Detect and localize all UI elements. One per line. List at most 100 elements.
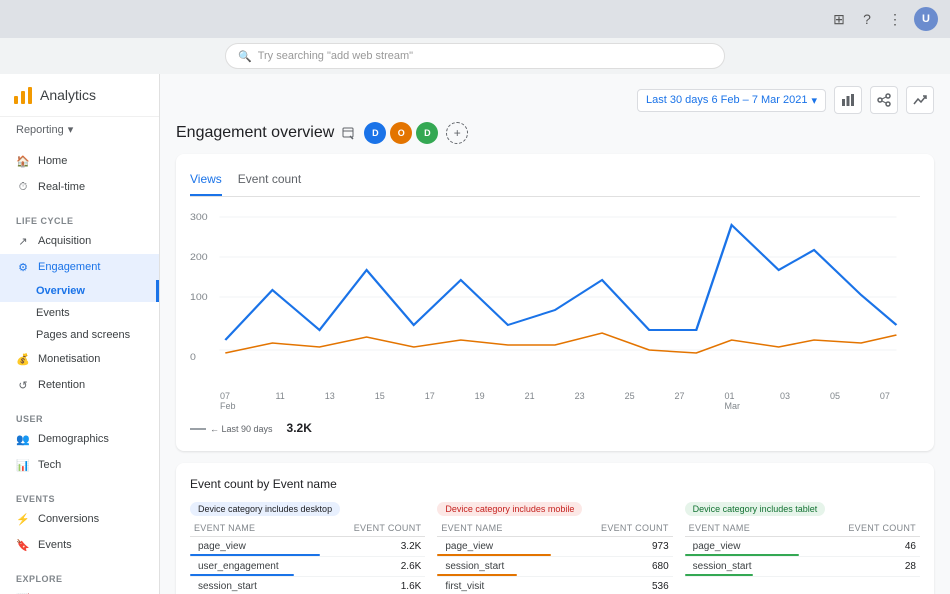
sidebar-item-retention[interactable]: ↺ Retention [0, 372, 159, 398]
event-name-cell: session_start [437, 557, 551, 577]
event-count-cell: 28 [799, 557, 920, 577]
event-count-cell: 2.6K [320, 557, 426, 577]
tablet-event-count-header: EVENT COUNT [799, 520, 920, 537]
sidebar-sub-overview[interactable]: Overview [0, 280, 159, 302]
trend-icon-button[interactable] [906, 86, 934, 114]
user-avatar[interactable]: U [914, 7, 938, 31]
collaborator-avatars: D O D [364, 122, 438, 144]
x-label: 27 [675, 391, 685, 411]
table-row: page_view 3.2K [190, 537, 425, 557]
date-range-button[interactable]: Last 30 days 6 Feb – 7 Mar 2021 ▾ [637, 89, 826, 112]
event-name-cell: page_view [437, 537, 551, 557]
mobile-event-count-header: EVENT COUNT [551, 520, 672, 537]
table-row: session_start 28 [685, 557, 920, 577]
chrome-bar: ⊞ ? ⋮ U [0, 0, 950, 38]
table-row: user_engagement 2.6K [190, 557, 425, 577]
user-section-title: USER [0, 410, 159, 426]
legend-line [190, 428, 206, 430]
event-name-cell: user_engagement [190, 557, 320, 577]
tablet-badge: Device category includes tablet [685, 502, 826, 516]
engagement-chart-card: Views Event count 300 200 100 0 [176, 154, 934, 451]
event-name-cell: session_start [685, 557, 799, 577]
desktop-event-table: EVENT NAME EVENT COUNT page_view 3.2K us… [190, 520, 425, 594]
sidebar-item-demographics[interactable]: 👥 Demographics [0, 426, 159, 452]
sidebar: Analytics Reporting ▾ 🏠 Home ⏱ Real-time… [0, 74, 160, 594]
add-collaborator-button[interactable]: + [446, 122, 468, 144]
sidebar-sub-events[interactable]: Events [0, 302, 159, 324]
sidebar-item-retention-label: Retention [38, 379, 85, 391]
sidebar-item-engagement[interactable]: ⚙ Engagement [0, 254, 159, 280]
sidebar-item-home-label: Home [38, 155, 67, 167]
sidebar-main-nav: 🏠 Home ⏱ Real-time [0, 142, 159, 206]
sidebar-item-conversions-label: Conversions [38, 513, 99, 525]
events-section-title: EVENTS [0, 490, 159, 506]
sidebar-item-realtime-label: Real-time [38, 181, 85, 193]
share-icon [877, 93, 891, 107]
tab-views[interactable]: Views [190, 168, 222, 196]
event-name-cell: first_visit [437, 577, 551, 594]
x-label: 07Feb [220, 391, 236, 411]
event-name-cell: page_view [685, 537, 799, 557]
url-text: Try searching "add web stream" [258, 50, 413, 62]
top-action-bar: Last 30 days 6 Feb – 7 Mar 2021 ▾ [176, 86, 934, 114]
search-icon: 🔍 [238, 50, 252, 63]
explore-section: EXPLORE 📈 Analysis ⚙ Admin [0, 564, 159, 594]
grid-icon[interactable]: ⊞ [830, 10, 848, 28]
help-icon[interactable]: ? [858, 10, 876, 28]
sidebar-item-tech[interactable]: 📊 Tech [0, 452, 159, 478]
retention-icon: ↺ [16, 378, 30, 392]
svg-text:100: 100 [190, 293, 208, 303]
tech-icon: 📊 [16, 458, 30, 472]
sidebar-item-events-label: Events [38, 539, 72, 551]
conversions-icon: ⚡ [16, 512, 30, 526]
chart-value: 3.2K [287, 421, 312, 435]
share-icon-button[interactable] [870, 86, 898, 114]
explore-section-title: EXPLORE [0, 570, 159, 586]
monetisation-icon: 💰 [16, 352, 30, 366]
event-count-title: Event count by Event name [190, 477, 920, 491]
realtime-icon: ⏱ [16, 180, 30, 194]
report-icon-button[interactable] [834, 86, 862, 114]
bar-chart-icon [841, 93, 855, 107]
event-count-cell: 46 [799, 537, 920, 557]
x-label: 07 [880, 391, 890, 411]
desktop-table-section: Device category includes desktop EVENT N… [190, 499, 425, 594]
lifecycle-title: LIFE CYCLE [0, 212, 159, 228]
event-name-cell: session_start [190, 577, 320, 594]
event-count-cell: 3.2K [320, 537, 426, 557]
date-range-text: Last 30 days 6 Feb – 7 Mar 2021 [646, 94, 807, 106]
x-label: 21 [525, 391, 535, 411]
event-count-card: Event count by Event name Device categor… [176, 463, 934, 594]
menu-icon[interactable]: ⋮ [886, 10, 904, 28]
desktop-event-count-header: EVENT COUNT [320, 520, 426, 537]
url-bar[interactable]: 🔍 Try searching "add web stream" [225, 43, 725, 69]
x-label: 05 [830, 391, 840, 411]
sidebar-sub-pages[interactable]: Pages and screens [0, 324, 159, 346]
sidebar-item-monetisation[interactable]: 💰 Monetisation [0, 346, 159, 372]
engagement-icon: ⚙ [16, 260, 30, 274]
table-row: page_view 46 [685, 537, 920, 557]
sidebar-item-monetisation-label: Monetisation [38, 353, 100, 365]
reporting-section-header[interactable]: Reporting ▾ [0, 117, 159, 142]
tablet-event-table: EVENT NAME EVENT COUNT page_view 46 sess… [685, 520, 920, 577]
sidebar-item-analysis[interactable]: 📈 Analysis [0, 586, 159, 594]
sidebar-item-events[interactable]: 🔖 Events [0, 532, 159, 558]
sidebar-item-acquisition[interactable]: ↗ Acquisition [0, 228, 159, 254]
table-row: session_start 680 [437, 557, 672, 577]
svg-text:300: 300 [190, 213, 208, 223]
event-count-cell: 536 [551, 577, 672, 594]
mobile-table-section: Device category includes mobile EVENT NA… [437, 499, 672, 594]
x-label: 01Mar [725, 391, 741, 411]
sidebar-item-realtime[interactable]: ⏱ Real-time [0, 174, 159, 200]
tab-event-count[interactable]: Event count [238, 168, 301, 196]
analytics-title: Analytics [40, 87, 96, 103]
x-label: 19 [475, 391, 485, 411]
event-count-cell: 1.6K [320, 577, 426, 594]
sidebar-item-home[interactable]: 🏠 Home [0, 148, 159, 174]
sidebar-item-tech-label: Tech [38, 459, 61, 471]
event-name-cell: page_view [190, 537, 320, 557]
sidebar-item-conversions[interactable]: ⚡ Conversions [0, 506, 159, 532]
x-label: 03 [780, 391, 790, 411]
main-content: Last 30 days 6 Feb – 7 Mar 2021 ▾ [160, 74, 950, 594]
x-label: 13 [325, 391, 335, 411]
